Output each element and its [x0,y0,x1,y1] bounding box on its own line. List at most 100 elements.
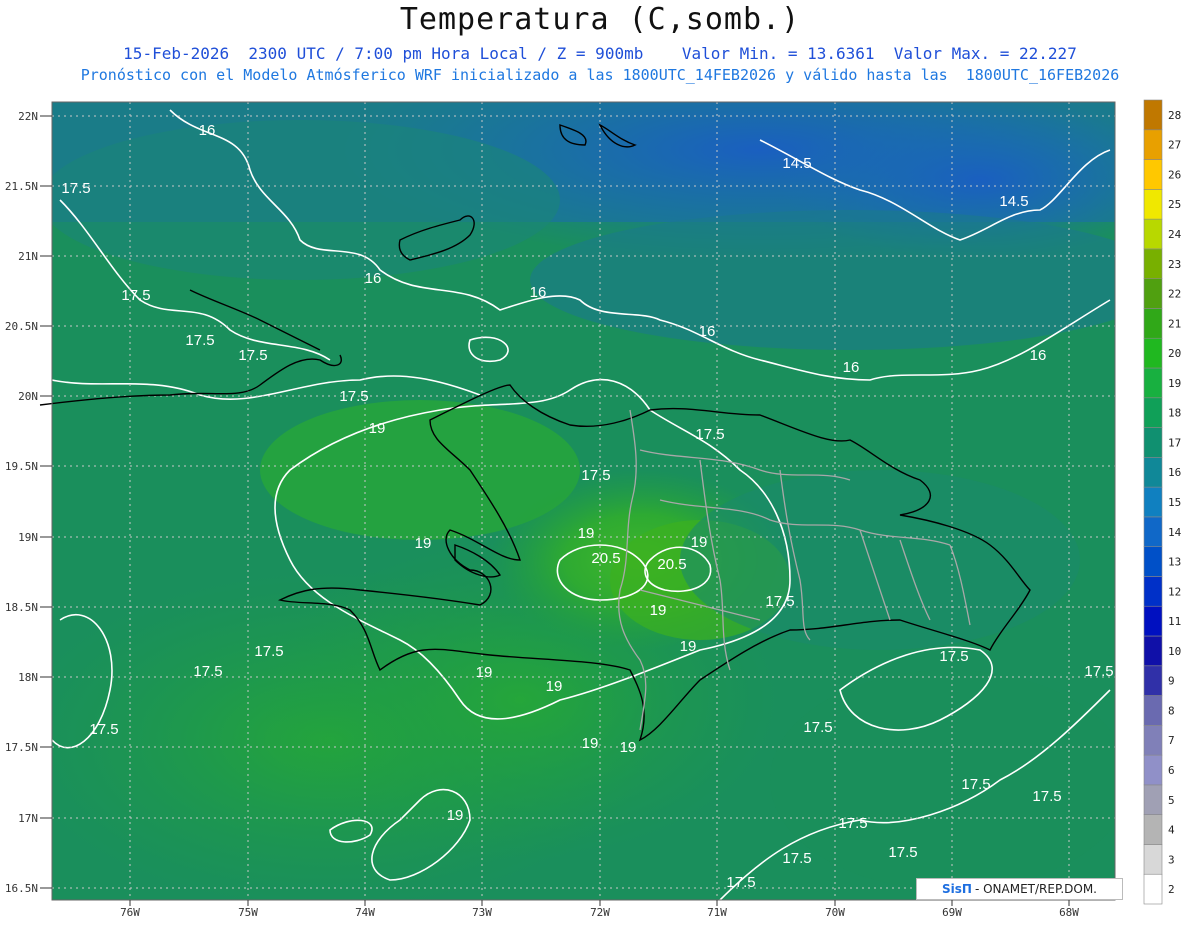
colorbar-swatch [1143,427,1163,458]
contour-label: 19 [680,638,697,655]
colorbar-label: 7 [1168,734,1175,747]
colorbar-label: 18 [1168,407,1181,420]
lat-tick-label: 17N [18,812,38,825]
contour-label: 17.5 [254,643,283,660]
colorbar-swatch [1143,873,1163,905]
colorbar-label: 9 [1168,675,1175,688]
lon-tick-label: 68W [1059,906,1079,919]
contour-label: 17.5 [961,776,990,793]
colorbar-label: 6 [1168,764,1175,777]
colorbar-swatch [1143,278,1163,309]
lat-tick-label: 22N [18,110,38,123]
colorbar-swatch [1143,129,1163,160]
colorbar-label: 17 [1168,436,1181,449]
contour-label: 19 [369,420,386,437]
contour-label: 19 [415,535,432,552]
lon-tick-label: 72W [590,906,610,919]
credit-box: SisΠ - ONAMET/REP.DOM. [916,878,1123,900]
contour-label: 17.5 [581,467,610,484]
contour-label: 20.5 [657,556,686,573]
lat-tick-label: 20.5N [5,320,38,333]
colorbar-swatch [1143,367,1163,399]
lat-tick-label: 17.5N [5,741,38,754]
contour-label: 20.5 [591,550,620,567]
colorbar-label: 3 [1168,853,1175,866]
colorbar-label: 14 [1168,526,1182,539]
contour-label: 19 [447,807,464,824]
colorbar-swatch [1143,754,1163,786]
lat-tick-label: 18N [18,671,38,684]
lat-tick-label: 18.5N [5,601,38,614]
colorbar-swatch [1143,218,1163,250]
contour-label: 14.5 [782,155,811,172]
colorbar-label: 26 [1168,168,1181,181]
colorbar-label: 11 [1168,615,1181,628]
contour-label: 17.5 [888,844,917,861]
colorbar-label: 15 [1168,496,1181,509]
contour-label: 16 [1030,347,1047,364]
contour-label: 17.5 [1084,663,1113,680]
colorbar-swatch [1143,189,1163,220]
contour-label: 16 [530,284,547,301]
temperature-map: 14.5 14.5 16 16 16 16 16 16 17.5 17.5 17.5 17.5 17.5… [5,99,1182,919]
colorbar-swatch [1143,397,1163,428]
contour-label: 19 [620,739,637,756]
contour-label: 17.5 [238,347,267,364]
colorbar-swatch [1143,725,1163,756]
colorbar-swatch [1143,576,1163,607]
colorbar-swatch [1143,784,1163,815]
lon-tick-label: 76W [120,906,140,919]
colorbar-label: 24 [1168,228,1182,241]
colorbar-label: 2 [1168,883,1175,896]
contour-label: 16 [199,122,216,139]
contour-label: 19 [582,735,599,752]
colorbar-swatch [1143,844,1163,875]
colorbar-swatch [1143,665,1163,696]
lat-tick-label: 21.5N [5,180,38,193]
colorbar-swatch [1143,516,1163,547]
colorbar-label: 27 [1168,139,1181,152]
contour-label: 19 [476,664,493,681]
contour-label: 19 [546,678,563,695]
lon-tick-label: 73W [472,906,492,919]
colorbar-swatch [1143,99,1163,131]
colorbar-label: 23 [1168,258,1181,271]
colorbar-label: 13 [1168,556,1181,569]
colorbar-swatch [1143,159,1163,190]
contour-label: 17.5 [765,593,794,610]
contour-label: 17.5 [61,180,90,197]
latitude-axis: 22N 21.5N 21N 20.5N 20N 19.5N 19N 18.5N 18N 17.5N… [5,110,52,895]
contour-label: 16 [843,359,860,376]
contour-label: 17.5 [803,719,832,736]
sispi-logo: SisΠ [942,882,972,896]
contour-label: 16 [699,323,716,340]
contour-label: 16 [365,270,382,287]
contour-label: 17.5 [121,287,150,304]
contour-label: 17.5 [695,426,724,443]
contour-label: 17.5 [1032,788,1061,805]
colorbar-label: 4 [1168,824,1175,837]
colorbar-label: 5 [1168,794,1175,807]
colorbar-label: 8 [1168,704,1175,717]
longitude-axis: 76W 75W 74W 73W 72W 71W 70W 69W 68W [120,900,1079,919]
colorbar-swatch [1143,457,1163,488]
lat-tick-label: 21N [18,250,38,263]
colorbar-label: 20 [1168,347,1181,360]
colorbar-label: 19 [1168,377,1181,390]
lat-tick-label: 20N [18,390,38,403]
colorbar-label: 10 [1168,645,1181,658]
colorbar-swatch [1143,635,1163,667]
credit-text: - ONAMET/REP.DOM. [974,882,1097,896]
lon-tick-label: 75W [238,906,258,919]
lat-tick-label: 16.5N [5,882,38,895]
contour-label: 17.5 [89,721,118,738]
colorbar-swatch [1143,486,1163,518]
colorbar-label: 28 [1168,109,1181,122]
colorbar-label: 21 [1168,317,1181,330]
contour-label: 17.5 [939,648,968,665]
lat-tick-label: 19.5N [5,460,38,473]
colorbar-swatch [1143,814,1163,845]
lat-tick-label: 19N [18,531,38,544]
colorbar-swatch [1143,546,1163,577]
colorbar-label: 22 [1168,288,1181,301]
